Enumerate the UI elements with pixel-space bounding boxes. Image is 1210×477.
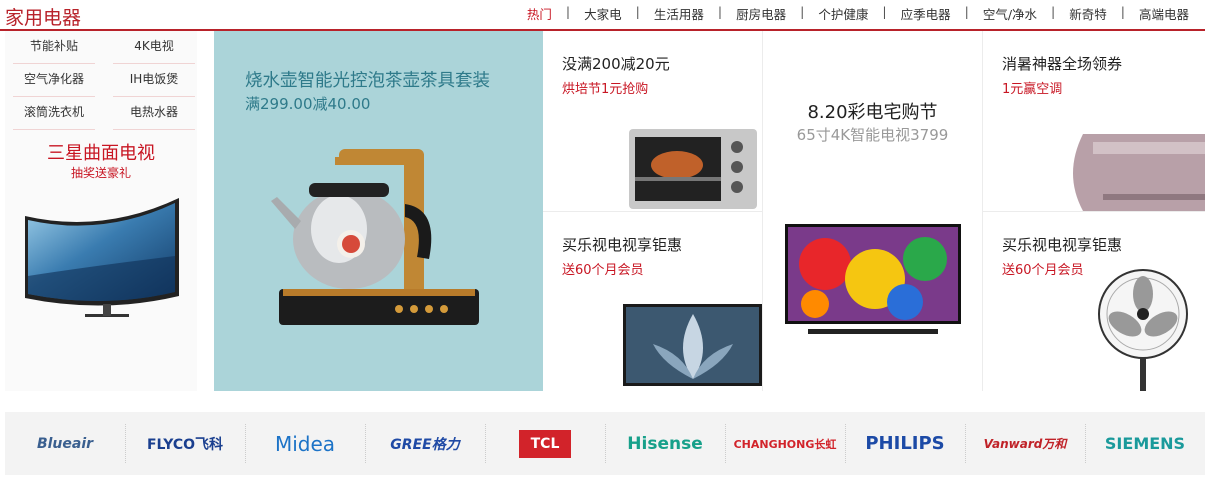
tab-seasonal[interactable]: 应季电器 — [901, 4, 951, 23]
promo-oven[interactable]: 没满200减20元 烘培节1元抢购 — [543, 31, 762, 211]
promo-title: 消暑神器全场领券 — [1002, 55, 1123, 73]
brand-logo-siemens[interactable]: SIEMENS — [1085, 412, 1205, 475]
brand-name: Blueair — [36, 435, 94, 452]
brand-logo-vanward[interactable]: Vanward万和 — [965, 412, 1085, 475]
section-title: 家用电器 — [5, 7, 82, 29]
promo-subtitle: 65寸4K智能电视3799 — [796, 126, 949, 144]
brand-logo-changhong[interactable]: CHANGHONG长虹 — [725, 412, 845, 475]
promo-title: 没满200减20元 — [562, 55, 670, 73]
tab-novelty[interactable]: 新奇特 — [1069, 4, 1107, 23]
left-panel: 节能补贴 4K电视 空气净化器 IH电饭煲 滚筒洗衣机 电热水器 三星曲面电视 … — [5, 31, 197, 391]
promo-title: 买乐视电视享钜惠 — [562, 236, 683, 254]
brand-logo-tcl[interactable]: TCL — [485, 412, 605, 475]
brand-name: FLYCO飞科 — [146, 436, 224, 453]
brand-name: Vanward万和 — [983, 437, 1067, 451]
tab-premium[interactable]: 高端电器 — [1139, 4, 1189, 23]
category-link[interactable]: 4K电视 — [113, 31, 195, 62]
section-header: 家用电器 热门 | 大家电 | 生活用器 | 厨房电器 | 个护健康 | 应季电器 | 空气… — [0, 0, 1205, 31]
brand-name: GREE格力 — [390, 436, 460, 453]
promo-tv-festival[interactable]: 8.20彩电宅购节 65寸4K智能电视3799 — [763, 31, 982, 391]
brand-name: Hisense — [627, 433, 703, 454]
kettle-image — [271, 149, 479, 325]
promo-air-conditioner[interactable]: 消暑神器全场领券 1元赢空调 — [983, 31, 1205, 211]
feature-title[interactable]: 烧水壶智能光控泡茶壶茶具套装 — [245, 67, 490, 92]
tab-air-water[interactable]: 空气/净水 — [983, 4, 1037, 23]
tv-image — [623, 304, 762, 386]
air-conditioner-image — [1073, 134, 1205, 211]
oven-image — [629, 129, 757, 209]
category-link[interactable]: 滚筒洗衣机 — [13, 97, 95, 128]
promo-subtitle: 送60个月会员 — [562, 263, 644, 278]
tab-kitchen[interactable]: 厨房电器 — [736, 4, 786, 23]
curved-tv-image[interactable] — [23, 196, 183, 331]
promo-fan[interactable]: 买乐视电视享钜惠 送60个月会员 — [983, 212, 1205, 391]
brand-bar: Blueair FLYCO飞科 Midea GREE格力 TCL Hisense… — [5, 412, 1205, 475]
promo-subtitle: 1元赢空调 — [1002, 82, 1063, 97]
brand-logo-blueair[interactable]: Blueair — [5, 412, 125, 475]
category-link[interactable]: 电热水器 — [113, 97, 195, 128]
tab-living-appliances[interactable]: 生活用器 — [654, 4, 704, 23]
promo-subtitle: 烘培节1元抢购 — [562, 82, 649, 97]
brand-logo-philips[interactable]: PHILIPS — [845, 412, 965, 475]
promo-title[interactable]: 三星曲面电视 — [5, 139, 197, 165]
brand-logo-flyco[interactable]: FLYCO飞科 — [125, 412, 245, 475]
brand-name: Midea — [274, 431, 336, 456]
feature-price: 满299.00减40.00 — [245, 95, 371, 113]
promo-subtitle: 送60个月会员 — [1002, 263, 1084, 278]
brand-name: CHANGHONG长虹 — [733, 437, 837, 451]
category-link[interactable]: 节能补贴 — [13, 31, 95, 62]
tab-major-appliances[interactable]: 大家电 — [584, 4, 622, 23]
fan-image — [1098, 269, 1188, 391]
promo-title: 8.20彩电宅购节 — [807, 102, 938, 123]
tab-personal-care[interactable]: 个护健康 — [818, 4, 868, 23]
promo-title: 买乐视电视享钜惠 — [1002, 236, 1123, 254]
promo-subtitle[interactable]: 抽奖送豪礼 — [5, 164, 197, 181]
promo-grid: 没满200减20元 烘培节1元抢购 8.20彩电宅购节 65寸4K智能电视379… — [543, 31, 1205, 391]
brand-logo-gree[interactable]: GREE格力 — [365, 412, 485, 475]
promo-letv[interactable]: 买乐视电视享钜惠 送60个月会员 — [543, 212, 762, 391]
brand-logo-hisense[interactable]: Hisense — [605, 412, 725, 475]
category-link[interactable]: IH电饭煲 — [113, 64, 195, 95]
category-link[interactable]: 空气净化器 — [13, 64, 95, 95]
brand-name: SIEMENS — [1104, 434, 1186, 453]
brand-name: TCL — [518, 429, 572, 458]
category-tabs: 热门 | 大家电 | 生活用器 | 厨房电器 | 个护健康 | 应季电器 | 空气/净水 | … — [526, 4, 1189, 23]
tab-hot[interactable]: 热门 — [527, 4, 552, 23]
brand-name: PHILIPS — [865, 433, 945, 454]
brand-logo-midea[interactable]: Midea — [245, 412, 365, 475]
tv-image — [785, 224, 961, 334]
featured-product[interactable]: 烧水壶智能光控泡茶壶茶具套装 满299.00减40.00 — [214, 31, 543, 391]
